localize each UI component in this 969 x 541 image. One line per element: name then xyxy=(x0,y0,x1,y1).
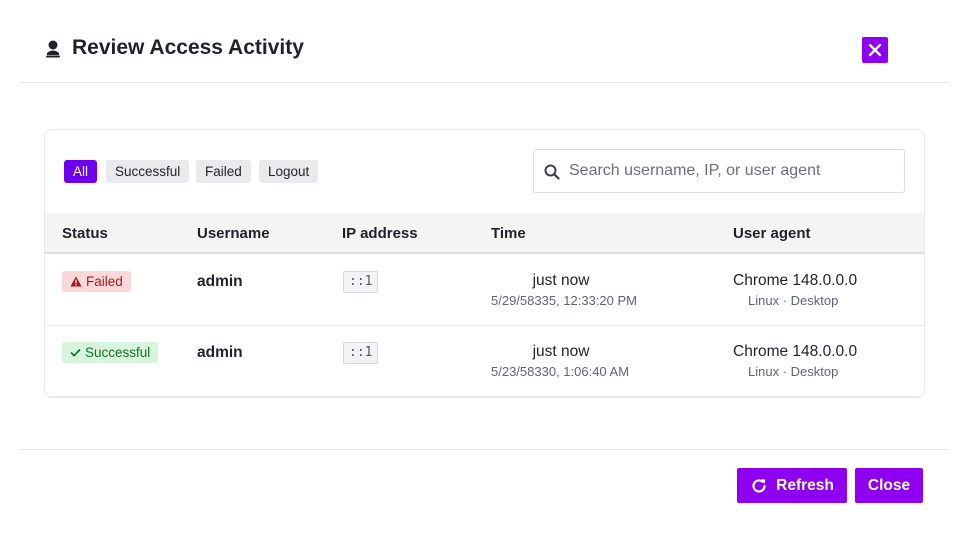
time-relative: just now xyxy=(532,272,590,289)
search-icon xyxy=(544,164,560,180)
close-x-button[interactable] xyxy=(862,37,888,63)
status-label: Successful xyxy=(85,345,151,360)
column-header-ip: IP address xyxy=(342,225,418,242)
user-agent-cell: Chrome 148.0.0.0 Linux · Desktop xyxy=(733,272,913,308)
filter-logout[interactable]: Logout xyxy=(259,160,319,183)
user-agent-name: Chrome 148.0.0.0 xyxy=(733,343,858,360)
user-icon xyxy=(46,40,60,58)
time-cell: just now 5/23/58330, 1:06:40 AM xyxy=(491,343,691,379)
modal-header: Review Access Activity xyxy=(20,0,949,83)
table-row: Successful admin ::1 just now 5/23/58330… xyxy=(45,326,924,397)
ip-address-cell: ::1 xyxy=(343,271,379,293)
modal-title: Review Access Activity xyxy=(72,36,304,59)
time-absolute: 5/29/58335, 12:33:20 PM xyxy=(491,293,638,308)
column-header-username: Username xyxy=(197,225,270,242)
device-info: Linux · Desktop xyxy=(748,364,839,379)
refresh-icon xyxy=(752,478,766,493)
column-header-status: Status xyxy=(62,225,108,242)
filter-failed[interactable]: Failed xyxy=(196,160,251,183)
device-info: Linux · Desktop xyxy=(748,293,839,308)
refresh-button[interactable]: Refresh xyxy=(737,468,847,503)
filter-successful[interactable]: Successful xyxy=(106,160,190,183)
user-agent-cell: Chrome 148.0.0.0 Linux · Desktop xyxy=(733,343,913,379)
warning-icon xyxy=(70,276,82,287)
filter-all[interactable]: All xyxy=(64,160,98,183)
username-cell: admin xyxy=(197,273,243,290)
close-icon xyxy=(868,43,882,57)
username-cell: admin xyxy=(197,344,243,361)
search-box xyxy=(533,149,905,193)
refresh-label: Refresh xyxy=(776,476,834,494)
check-icon xyxy=(70,348,81,357)
time-cell: just now 5/29/58335, 12:33:20 PM xyxy=(491,272,691,308)
status-label: Failed xyxy=(86,274,123,289)
user-agent-name: Chrome 148.0.0.0 xyxy=(733,272,858,289)
table-header: Status Username IP address Time User age… xyxy=(45,213,924,254)
time-absolute: 5/23/58330, 1:06:40 AM xyxy=(491,364,630,379)
status-badge: Successful xyxy=(62,342,159,363)
search-input[interactable] xyxy=(569,150,899,192)
column-header-time: Time xyxy=(491,225,526,242)
modal-footer: Refresh Close xyxy=(20,449,949,541)
status-badge: Failed xyxy=(62,271,131,292)
column-header-user-agent: User agent xyxy=(733,225,811,242)
ip-address-cell: ::1 xyxy=(343,342,379,364)
activity-card: All Successful Failed Logout Status User… xyxy=(44,129,925,398)
time-relative: just now xyxy=(532,343,590,360)
close-button[interactable]: Close xyxy=(855,468,923,503)
table-row: Failed admin ::1 just now 5/29/58335, 12… xyxy=(45,255,924,326)
